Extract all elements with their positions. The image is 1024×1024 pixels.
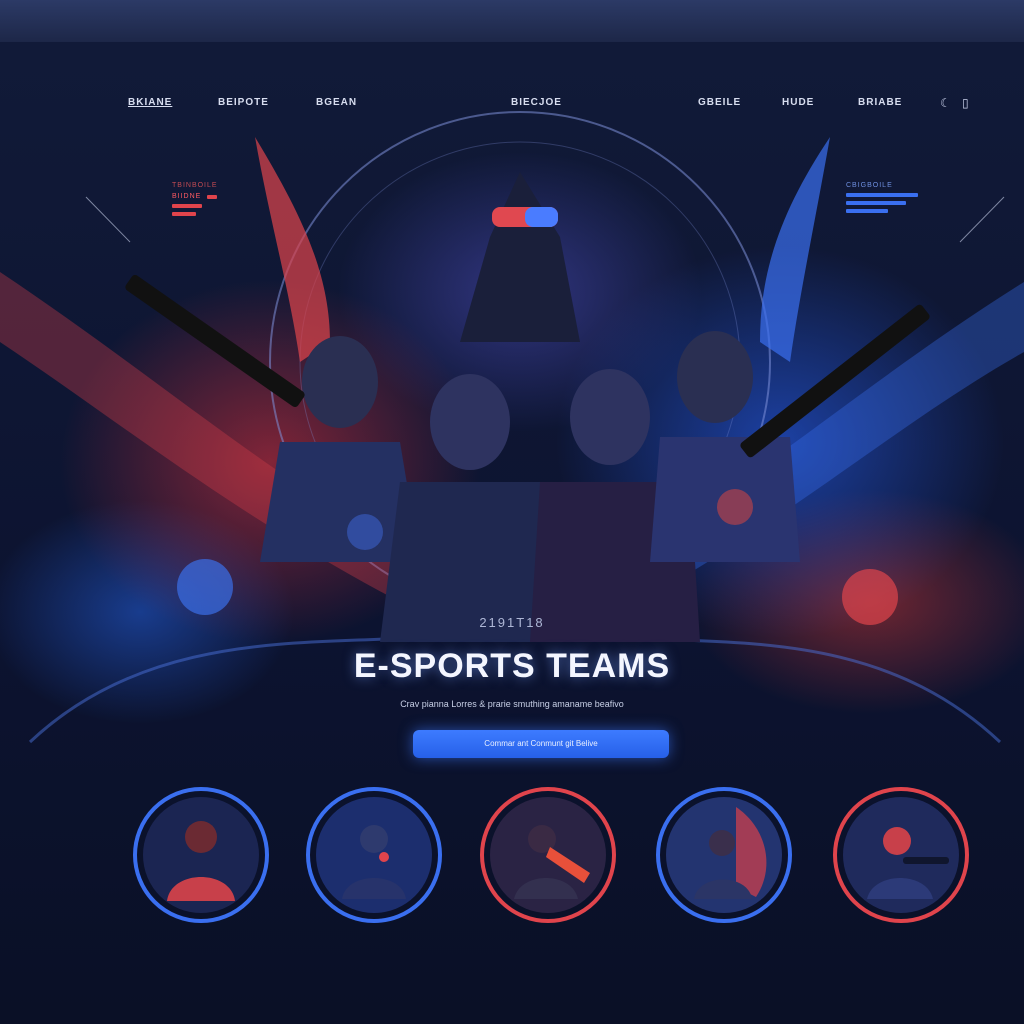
right-stat-panel: CBIGBOILE — [846, 182, 918, 213]
nav-item-4[interactable]: BIECJOE — [511, 97, 562, 108]
left-stat-panel: TBINBOILE BIIDNE — [172, 182, 218, 216]
nav-item-3[interactable]: BGEAN — [316, 97, 357, 108]
team-avatar-row — [0, 787, 1024, 937]
hero-title: E-SPORTS TEAMS — [353, 647, 671, 685]
nav-item-7[interactable]: BRIABE — [858, 97, 902, 108]
team-avatar-2[interactable] — [306, 787, 442, 923]
hero-caption: 2191T18 — [479, 615, 545, 630]
nav-item-5[interactable]: GBEILE — [698, 97, 741, 108]
left-panel-label: TBINBOILE — [172, 182, 218, 189]
cta-button[interactable]: Commar ant Conmunt git Belive — [413, 730, 669, 758]
right-bar-1 — [846, 193, 918, 197]
left-bar-2 — [172, 212, 196, 216]
nav-item-2[interactable]: BEIPOTE — [218, 97, 269, 108]
right-bar-3 — [846, 209, 888, 213]
nav-item-1[interactable]: BKIANE — [128, 97, 172, 108]
hero-subtitle: Crav pianna Lorres & prarie smuthing ama… — [400, 699, 624, 709]
nav-item-6[interactable]: HUDE — [782, 97, 814, 108]
left-panel-sublabel: BIIDNE — [172, 193, 202, 200]
main-nav: BKIANE BEIPOTE BGEAN BIECJOE GBEILE HUDE… — [0, 96, 1024, 117]
right-panel-label: CBIGBOILE — [846, 182, 893, 189]
team-avatar-4[interactable] — [656, 787, 792, 923]
browser-top-bar — [0, 0, 1024, 43]
moon-icon[interactable]: ☾ — [940, 96, 951, 110]
team-avatar-1[interactable] — [133, 787, 269, 923]
menu-icon[interactable]: ▯ — [962, 96, 969, 110]
left-bar-marker — [207, 194, 218, 199]
team-avatar-5[interactable] — [833, 787, 969, 923]
team-avatar-3[interactable] — [480, 787, 616, 923]
landing-page: BKIANE BEIPOTE BGEAN BIECJOE GBEILE HUDE… — [0, 42, 1024, 1024]
right-bar-2 — [846, 201, 906, 205]
left-bar-1 — [172, 204, 202, 208]
